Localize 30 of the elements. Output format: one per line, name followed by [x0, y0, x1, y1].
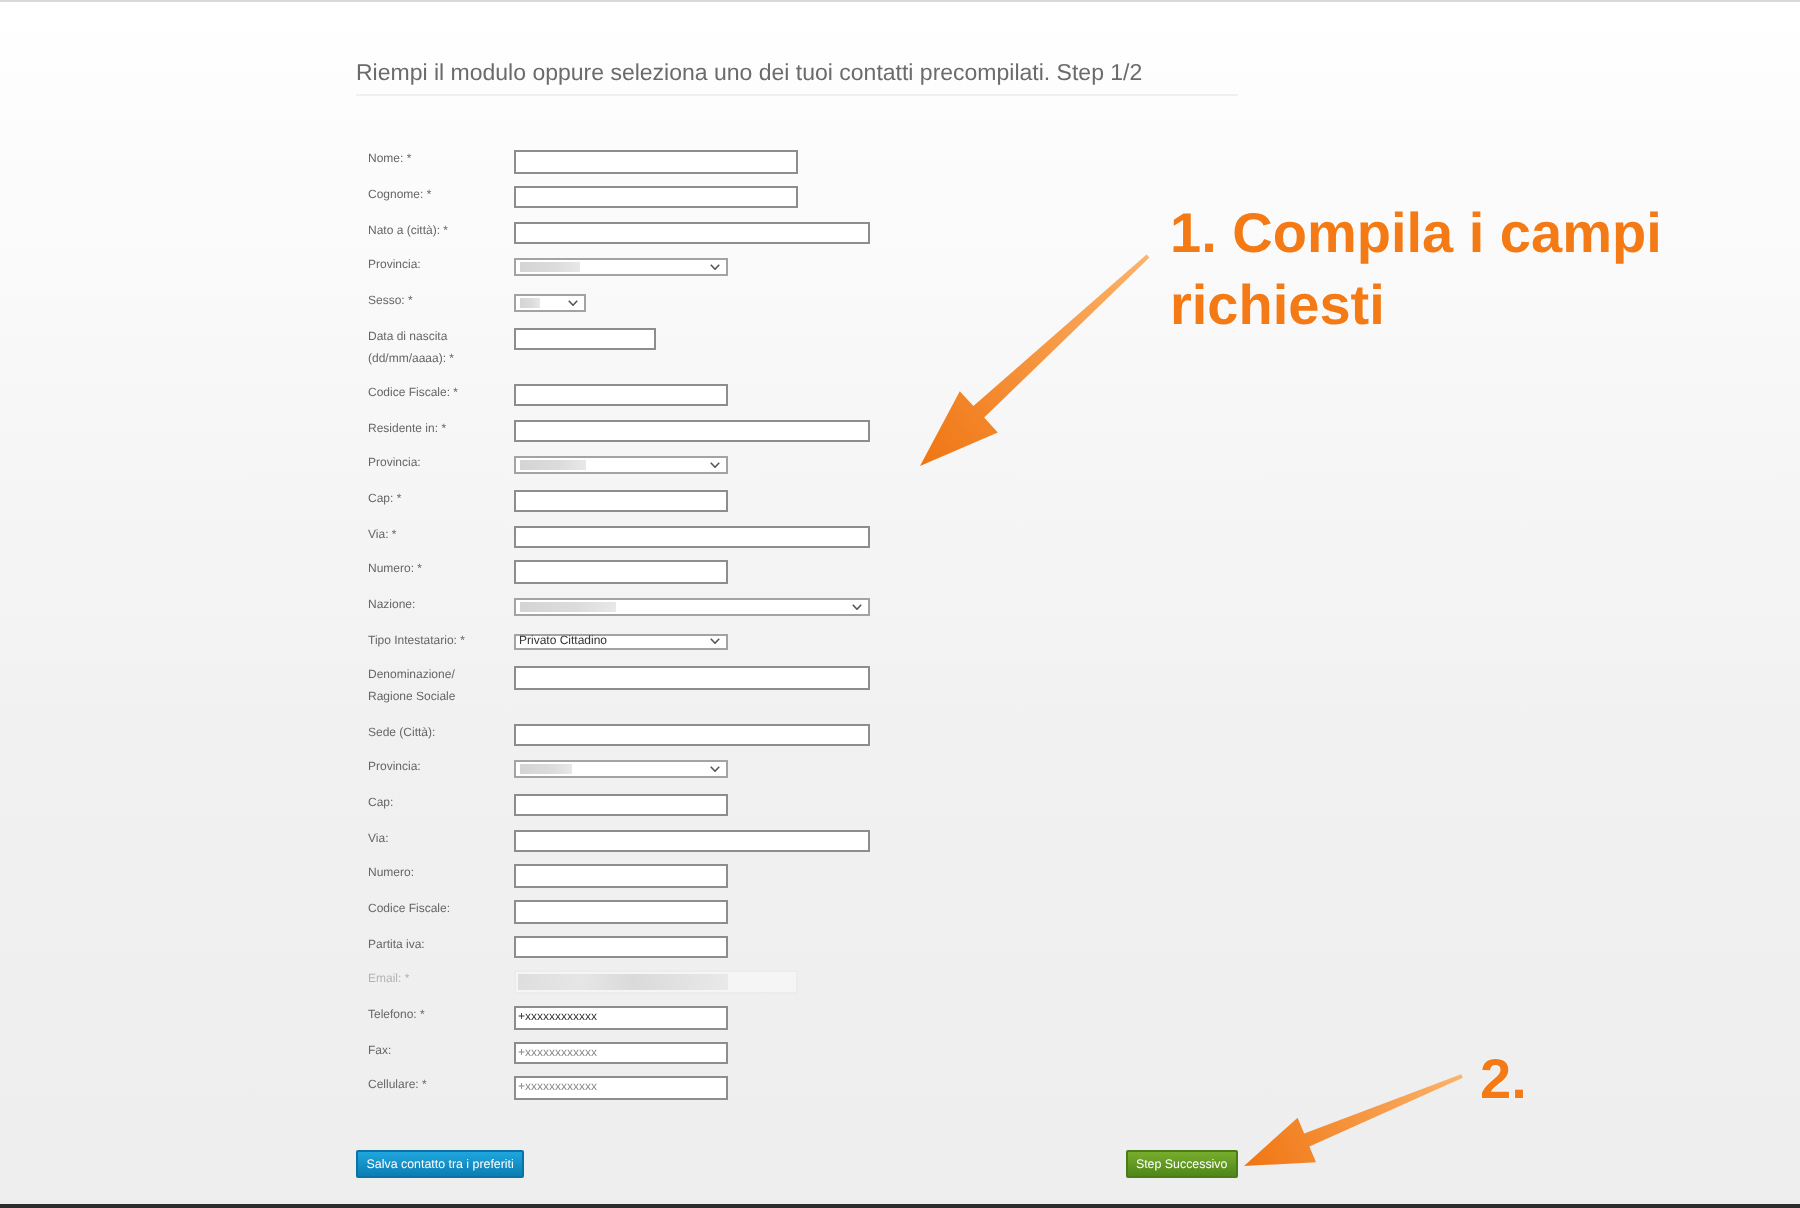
text-field[interactable] [514, 560, 728, 584]
chevron-down-icon [710, 638, 720, 645]
dropdown[interactable] [514, 598, 870, 616]
text-field[interactable] [514, 935, 728, 959]
text-field[interactable] [514, 221, 870, 245]
chevron-down-icon [567, 299, 577, 306]
text-field[interactable] [514, 723, 870, 747]
text-field[interactable] [514, 489, 728, 513]
annotation-text: 1. Compila i campi richiesti [1170, 200, 1664, 340]
text-field[interactable] [514, 525, 870, 549]
dropdown[interactable] [514, 258, 728, 276]
text-field[interactable] [514, 327, 656, 351]
text-field[interactable] [514, 900, 728, 924]
chevron-down-icon [852, 603, 862, 610]
text-field[interactable] [514, 864, 728, 888]
annotation-text: 2. [1480, 1046, 1529, 1114]
dropdown[interactable] [514, 456, 728, 474]
text-field[interactable] [514, 150, 798, 174]
form-heading: Riempi il modulo oppure seleziona uno dei tuoi contatti precompilati. Step 1/2 [356, 60, 1238, 96]
text-field[interactable] [514, 419, 870, 443]
text-field[interactable] [514, 383, 728, 407]
text-field[interactable] [514, 793, 728, 817]
chevron-down-icon [710, 264, 720, 271]
dropdown[interactable] [514, 294, 585, 312]
text-field[interactable] [514, 185, 798, 209]
dropdown[interactable] [514, 760, 728, 778]
chevron-down-icon [710, 462, 720, 469]
text-field[interactable] [514, 829, 870, 853]
text-field[interactable] [514, 666, 870, 690]
chevron-down-icon [710, 766, 720, 773]
